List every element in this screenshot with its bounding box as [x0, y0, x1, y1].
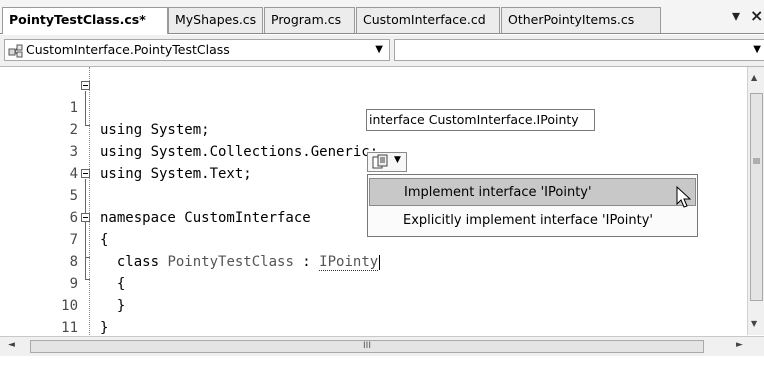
tab-pointytestclass[interactable]: PointyTestClass.cs*	[2, 7, 168, 34]
member-dropdown[interactable]: ▼	[394, 39, 764, 61]
code-text: {	[100, 276, 126, 292]
smart-tag-menu: Implement interface 'IPointy' Explicitly…	[367, 174, 698, 237]
code-text: {	[100, 232, 109, 248]
tab-custominterface-cd[interactable]: CustomInterface.cd	[356, 7, 500, 33]
menu-item-explicitly-implement-interface[interactable]: Explicitly implement interface 'IPointy'	[369, 207, 696, 235]
type-dropdown[interactable]: CustomInterface.PointyTestClass ▼	[4, 39, 390, 61]
collapse-icon[interactable]	[81, 213, 90, 222]
code-line: 10 }	[0, 273, 108, 336]
scroll-right-icon[interactable]: ►	[736, 340, 743, 350]
menu-item-implement-interface[interactable]: Implement interface 'IPointy'	[369, 178, 696, 206]
vertical-scrollbar[interactable]: ▲ ▼	[747, 67, 764, 335]
code-line: 4	[0, 141, 78, 182]
navigation-bar: CustomInterface.PointyTestClass ▼ ▼	[0, 35, 764, 67]
code-line: 1 using System;	[0, 75, 210, 138]
chevron-down-icon: ▼	[375, 44, 383, 55]
code-text: }	[100, 298, 126, 314]
tab-list-dropdown-icon[interactable]: ▾	[732, 6, 740, 25]
code-line: 11	[0, 295, 78, 336]
grip-icon	[753, 158, 760, 164]
tab-otherpointyitems[interactable]: OtherPointyItems.cs	[501, 7, 661, 33]
vertical-scroll-thumb[interactable]	[750, 93, 763, 301]
outline-line	[85, 125, 90, 126]
tab-myshapes[interactable]: MyShapes.cs	[168, 7, 263, 33]
code-text: using System.Collections.Generic;	[100, 144, 379, 160]
chevron-down-icon: ▼	[394, 155, 401, 165]
outline-line	[85, 279, 90, 280]
type-dropdown-value: CustomInterface.PointyTestClass	[26, 42, 230, 57]
horizontal-scroll-thumb[interactable]: III	[30, 340, 704, 353]
scroll-down-icon[interactable]: ▼	[751, 319, 757, 328]
code-text: namespace CustomInterface	[100, 210, 311, 226]
code-line: 2 using System.Collections.Generic;	[0, 97, 379, 160]
grip-icon: III	[363, 341, 371, 351]
text-caret	[379, 254, 381, 270]
close-tab-icon[interactable]: ×	[750, 6, 763, 25]
scroll-up-icon[interactable]: ▲	[751, 73, 757, 82]
code-line: 9 }	[0, 251, 126, 314]
code-text: using System;	[100, 122, 210, 138]
outline-line	[85, 223, 86, 257]
code-text: class PointyTestClass : IPointy	[100, 251, 381, 273]
mouse-pointer-icon	[676, 186, 692, 208]
class-icon	[8, 44, 23, 57]
code-line: 5 namespace CustomInterface	[0, 163, 311, 226]
document-tab-bar: PointyTestClass.cs* MyShapes.cs Program.…	[0, 0, 764, 34]
horizontal-scrollbar[interactable]: ◄ III ►	[0, 336, 764, 356]
scroll-left-icon[interactable]: ◄	[8, 340, 15, 350]
inheritance-colon: :	[293, 254, 320, 270]
chevron-down-icon: ▼	[753, 44, 761, 55]
class-name: PointyTestClass	[167, 254, 294, 270]
code-line: 6 {	[0, 185, 109, 248]
outline-line	[85, 91, 86, 125]
code-line: 8 {	[0, 229, 126, 292]
code-line: 3 using System.Text;	[0, 119, 252, 182]
code-line: 7 class PointyTestClass : IPointy	[0, 207, 381, 271]
gutter-divider	[89, 67, 90, 335]
class-keyword: class	[100, 254, 168, 270]
interface-name[interactable]: IPointy	[319, 254, 379, 271]
smart-tag-button[interactable]: ▼	[367, 152, 407, 172]
tab-label: CustomInterface.cd	[363, 12, 486, 27]
tab-program[interactable]: Program.cs	[264, 7, 355, 33]
tab-label: PointyTestClass.cs*	[9, 12, 146, 27]
collapse-icon[interactable]	[81, 81, 90, 90]
tab-label: MyShapes.cs	[175, 12, 257, 27]
collapse-icon[interactable]	[81, 169, 90, 178]
quick-info-tooltip: interface CustomInterface.IPointy	[366, 109, 595, 131]
tab-label: Program.cs	[271, 12, 342, 27]
tab-label: OtherPointyItems.cs	[508, 12, 635, 27]
code-text: using System.Text;	[100, 166, 252, 182]
outline-line	[85, 257, 90, 258]
smart-tag-icon	[372, 154, 388, 169]
